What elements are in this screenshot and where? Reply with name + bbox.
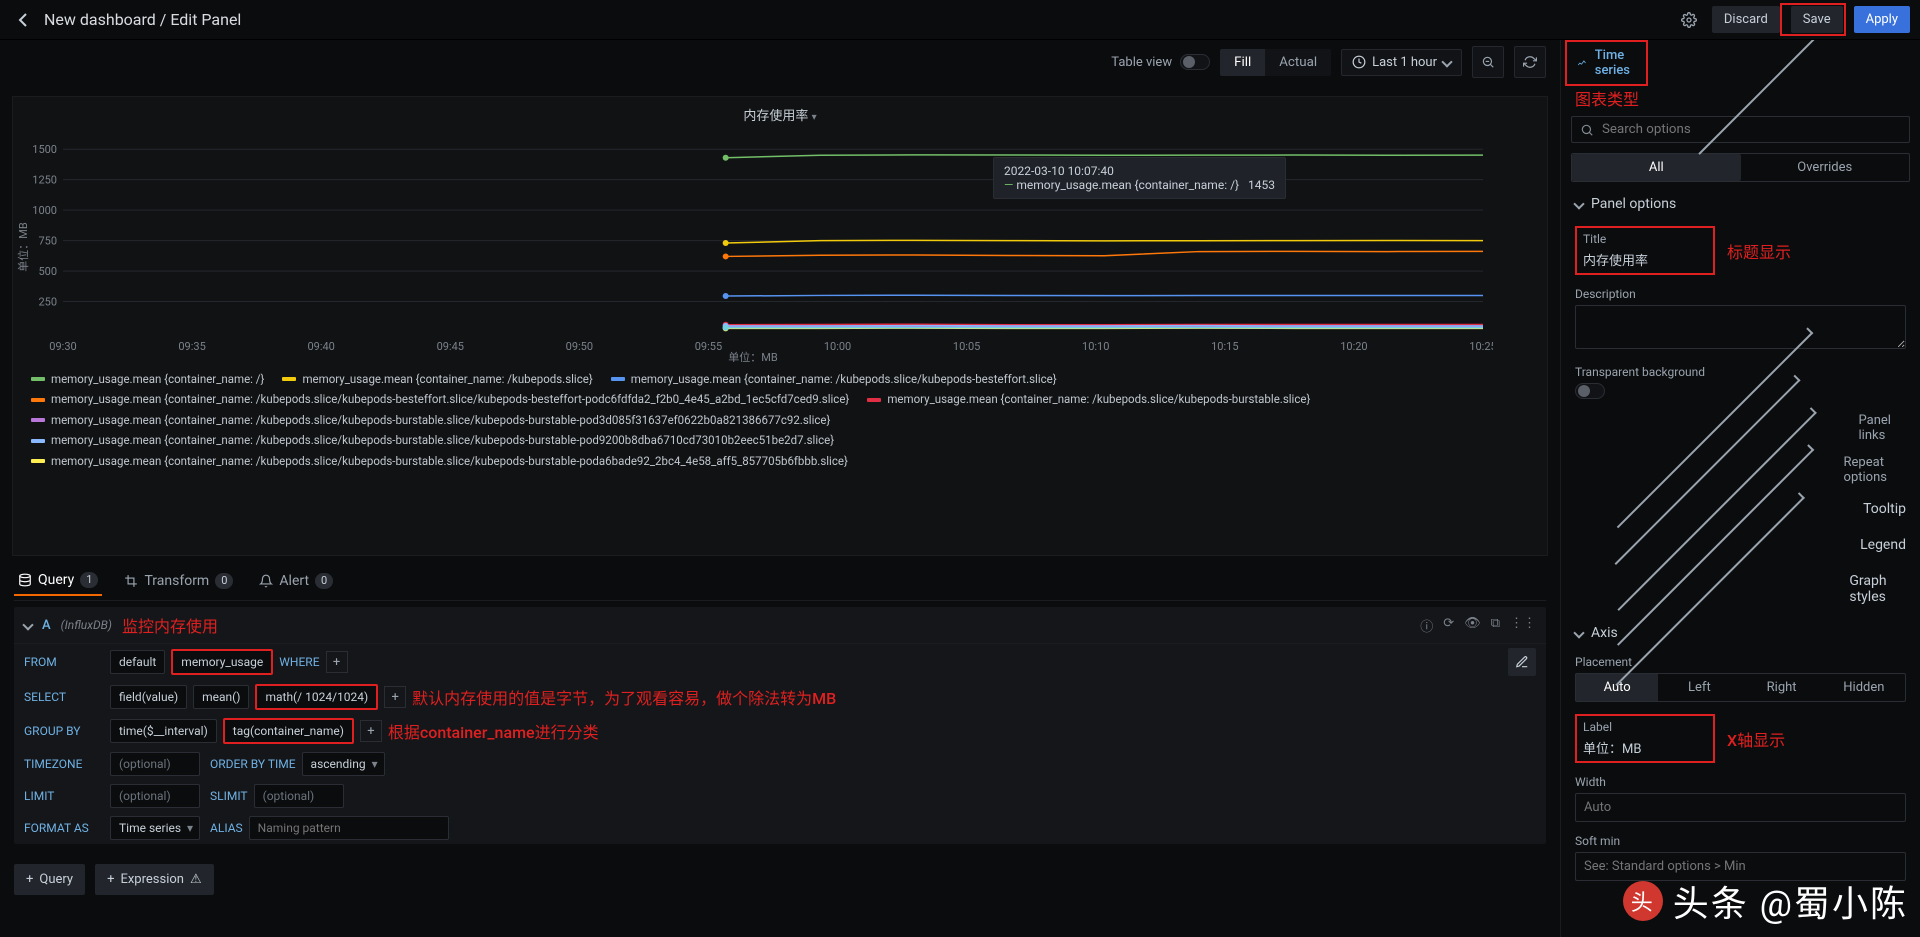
discard-button[interactable]: Discard [1712, 6, 1780, 33]
description-input[interactable] [1575, 305, 1906, 349]
svg-text:750: 750 [38, 235, 57, 248]
apply-button[interactable]: Apply [1854, 6, 1910, 33]
limit-input[interactable]: (optional) [110, 784, 200, 808]
annotation-math: 默认内存使用的值是字节，为了观看容易，做个除法转为MB [412, 685, 836, 709]
svg-text:09:55: 09:55 [695, 340, 722, 353]
annotation-axis: X轴显示 [1727, 727, 1785, 751]
chevron-down-icon [1441, 56, 1452, 67]
where-add[interactable]: + [326, 651, 348, 673]
svg-text:1250: 1250 [32, 174, 57, 187]
fill-button[interactable]: Fill [1220, 49, 1265, 76]
select-math[interactable]: math(/ 1024/1024) [255, 684, 378, 710]
query-collapse[interactable] [22, 619, 33, 630]
viz-type-picker[interactable]: Time series [1565, 40, 1648, 86]
save-button[interactable]: Save [1791, 6, 1843, 33]
slimit-input[interactable]: (optional) [254, 784, 344, 808]
toggle-text-edit[interactable] [1508, 648, 1536, 676]
datasource-label: (InfluxDB) [61, 618, 112, 632]
page-title: New dashboard / Edit Panel [44, 10, 241, 29]
from-default[interactable]: default [110, 650, 165, 674]
from-measurement[interactable]: memory_usage [171, 649, 273, 675]
select-field[interactable]: field(value) [110, 685, 187, 709]
svg-text:10:05: 10:05 [953, 340, 980, 353]
svg-text:250: 250 [38, 296, 57, 309]
tab-overrides[interactable]: Overrides [1741, 154, 1910, 181]
time-range-picker[interactable]: Last 1 hour [1341, 49, 1462, 76]
annotation-title: 标题显示 [1727, 239, 1791, 263]
axis-label-input[interactable] [1583, 738, 1707, 757]
group-tag[interactable]: tag(container_name) [223, 718, 354, 744]
table-view-toggle[interactable] [1180, 54, 1210, 70]
chart-legend: memory_usage.mean {container_name: /}mem… [13, 362, 1547, 472]
tz-input[interactable]: (optional) [110, 752, 200, 776]
svg-text:09:45: 09:45 [437, 340, 464, 353]
query-inspect-icon[interactable]: ⓘ [1420, 616, 1433, 635]
add-query-button[interactable]: + Query [14, 864, 85, 895]
alias-input[interactable] [249, 816, 449, 840]
svg-text:10:25: 10:25 [1469, 340, 1493, 353]
svg-text:09:40: 09:40 [307, 340, 334, 353]
back-button[interactable] [10, 6, 38, 34]
clock-icon [1352, 55, 1366, 69]
section-axis[interactable]: Axis [1561, 615, 1920, 651]
svg-text:10:00: 10:00 [824, 340, 851, 353]
group-add[interactable]: + [360, 720, 382, 742]
search-options[interactable] [1571, 116, 1910, 143]
database-icon [18, 573, 32, 587]
svg-text:10:10: 10:10 [1082, 340, 1109, 353]
svg-text:1500: 1500 [32, 143, 57, 156]
query-drag-icon[interactable]: ⋮⋮ [1510, 616, 1536, 635]
transform-icon [124, 574, 138, 588]
transparent-toggle[interactable] [1575, 383, 1605, 399]
timeseries-icon [1577, 55, 1587, 71]
svg-text:09:35: 09:35 [178, 340, 205, 353]
tab-transform[interactable]: Transform0 [120, 566, 237, 596]
svg-text:单位：MB: 单位：MB [16, 222, 30, 272]
chart-title: 内存使用率 [743, 109, 808, 124]
select-mean[interactable]: mean() [193, 685, 249, 709]
annotation-mem: 监控内存使用 [122, 613, 218, 637]
search-icon [1580, 123, 1594, 137]
svg-text:单位：MB: 单位：MB [728, 350, 778, 362]
svg-text:10:15: 10:15 [1211, 340, 1238, 353]
query-toggle-icon[interactable]: 👁 [1464, 616, 1481, 635]
tab-all[interactable]: All [1572, 154, 1741, 181]
svg-text:500: 500 [38, 265, 57, 278]
annotation-group: 根据container_name进行分类 [388, 719, 599, 743]
tab-query[interactable]: Query1 [14, 566, 102, 596]
select-add[interactable]: + [384, 686, 406, 708]
zoom-out-button[interactable] [1472, 46, 1504, 78]
section-panel-options[interactable]: Panel options [1561, 186, 1920, 222]
search-input[interactable] [1602, 122, 1901, 137]
tab-alert[interactable]: Alert0 [255, 566, 337, 596]
refresh-button[interactable] [1514, 46, 1546, 78]
format-select[interactable]: Time series [110, 816, 200, 840]
bell-icon [259, 574, 273, 588]
title-input[interactable] [1583, 250, 1707, 269]
axis-softmin-input[interactable] [1575, 852, 1906, 881]
axis-width-input[interactable] [1575, 793, 1906, 822]
group-time[interactable]: time($__interval) [110, 719, 217, 743]
actual-button[interactable]: Actual [1265, 49, 1331, 76]
svg-text:09:50: 09:50 [566, 340, 593, 353]
query-letter: A [42, 618, 51, 633]
table-view-label: Table view [1111, 55, 1172, 70]
query-history-icon[interactable]: ⟳ [1443, 616, 1454, 635]
svg-text:10:20: 10:20 [1340, 340, 1367, 353]
query-duplicate-icon[interactable]: ⧉ [1491, 616, 1500, 635]
svg-text:1000: 1000 [32, 204, 57, 217]
settings-icon[interactable] [1674, 5, 1704, 35]
svg-text:09:30: 09:30 [49, 340, 76, 353]
add-expression-button[interactable]: + Expression ⚠ [95, 864, 214, 895]
chart-tooltip: 2022-03-10 10:07:40 — memory_usage.mean … [993, 157, 1286, 199]
order-select[interactable]: ascending [302, 752, 385, 776]
